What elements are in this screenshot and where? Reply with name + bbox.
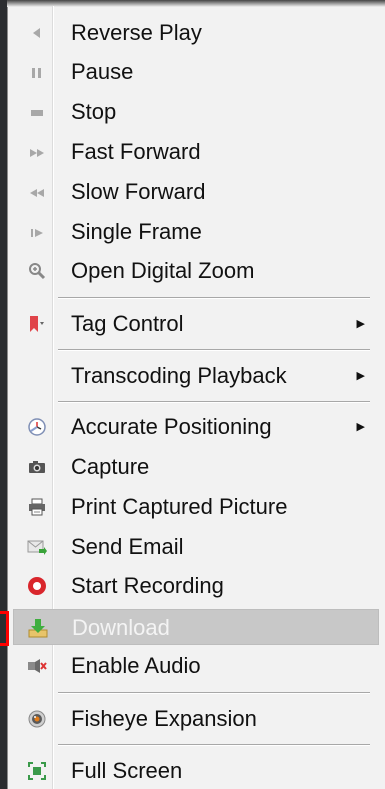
camera-icon	[27, 457, 47, 477]
menu-item-slow-forward[interactable]: Slow Forward	[13, 174, 379, 210]
highlight-annotation-bracket	[0, 611, 9, 646]
menu-item-label: Capture	[71, 454, 150, 479]
menu-item-label: Start Recording	[71, 573, 224, 598]
menu-item-label: Full Screen	[71, 758, 183, 783]
fullscreen-icon	[27, 761, 47, 781]
submenu-arrow-icon: ▶	[356, 370, 365, 382]
menu-item-open-digital-zoom[interactable]: Open Digital Zoom	[13, 253, 379, 289]
download-icon	[28, 618, 48, 638]
menu-item-fast-forward[interactable]: Fast Forward	[13, 134, 379, 170]
menu-item-fisheye-expansion[interactable]: Fisheye Expansion	[13, 701, 379, 737]
menu-separator	[58, 692, 370, 694]
pause-icon	[27, 62, 47, 82]
menu-item-single-frame[interactable]: Single Frame	[13, 214, 379, 250]
submenu-arrow-icon: ▶	[356, 421, 365, 433]
reverse-play-icon	[27, 23, 47, 43]
menu-separator	[58, 349, 370, 351]
menu-item-download[interactable]: Download	[13, 609, 379, 645]
menu-item-send-email[interactable]: Send Email	[13, 529, 379, 565]
menu-item-label: Transcoding Playback	[71, 363, 287, 388]
menu-item-label: Send Email	[71, 534, 184, 559]
menu-item-capture[interactable]: Capture	[13, 449, 379, 485]
menu-separator	[58, 401, 370, 403]
menu-separator	[58, 297, 370, 299]
menu-item-label: Tag Control	[71, 311, 184, 336]
menu-item-pause[interactable]: Pause	[13, 54, 379, 90]
menu-item-reverse-play[interactable]: Reverse Play	[13, 15, 379, 51]
menu-item-label: Stop	[71, 99, 117, 124]
menu-item-label: Print Captured Picture	[71, 494, 288, 519]
background-strip	[0, 0, 7, 789]
menu-item-label: Reverse Play	[71, 20, 202, 45]
menu-item-full-screen[interactable]: Full Screen	[13, 753, 379, 789]
slow-forward-icon	[27, 182, 47, 202]
menu-item-start-recording[interactable]: Start Recording	[13, 568, 379, 604]
menu-item-enable-audio[interactable]: Enable Audio	[13, 648, 379, 684]
single-frame-icon	[27, 222, 47, 242]
menu-item-label: Pause	[71, 59, 134, 84]
menu-top-shadow	[7, 0, 385, 7]
email-icon	[27, 537, 47, 557]
menu-item-tag-control[interactable]: Tag Control ▶	[13, 306, 379, 342]
menu-item-label: Slow Forward	[71, 179, 206, 204]
menu-item-label: Download	[72, 615, 170, 640]
fast-forward-icon	[27, 142, 47, 162]
menu-item-label: Enable Audio	[71, 653, 201, 678]
menu-item-label: Single Frame	[71, 219, 202, 244]
stop-icon	[27, 102, 47, 122]
fisheye-icon	[27, 709, 47, 729]
menu-item-label: Accurate Positioning	[71, 414, 272, 439]
menu-item-print-captured-picture[interactable]: Print Captured Picture	[13, 489, 379, 525]
menu-item-label: Fast Forward	[71, 139, 201, 164]
submenu-arrow-icon: ▶	[356, 318, 365, 330]
menu-item-label: Open Digital Zoom	[71, 258, 255, 283]
menu-item-accurate-positioning[interactable]: Accurate Positioning ▶	[13, 409, 379, 445]
menu-separator	[58, 744, 370, 746]
menu-item-label: Fisheye Expansion	[71, 706, 257, 731]
menu-item-transcoding-playback[interactable]: Transcoding Playback ▶	[13, 358, 379, 394]
tag-icon	[27, 314, 47, 334]
zoom-icon	[27, 261, 47, 281]
printer-icon	[27, 497, 47, 517]
audio-icon	[27, 656, 47, 676]
menu-item-stop[interactable]: Stop	[13, 94, 379, 130]
clock-icon	[27, 417, 47, 437]
record-icon	[27, 576, 47, 596]
